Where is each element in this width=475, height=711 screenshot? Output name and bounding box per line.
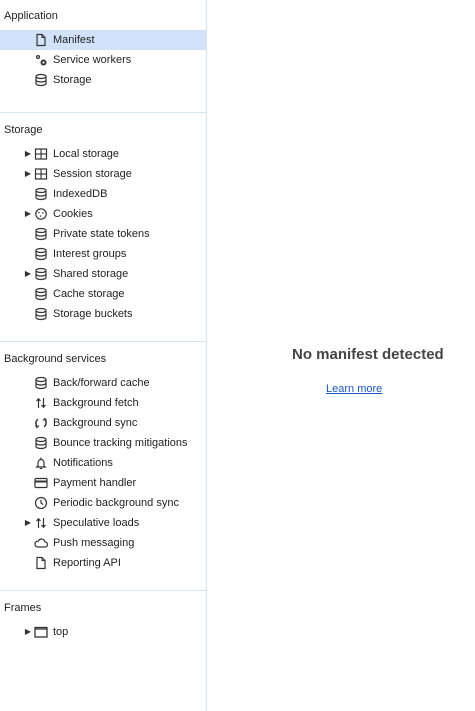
empty-state-title: No manifest detected bbox=[292, 346, 444, 363]
table-icon bbox=[33, 146, 49, 162]
sidebar-item-periodic-background-sync[interactable]: Periodic background sync bbox=[0, 493, 206, 513]
sidebar-item-label: Shared storage bbox=[53, 268, 129, 280]
triangle-right-icon[interactable]: ▶ bbox=[25, 150, 31, 158]
table-icon bbox=[33, 166, 49, 182]
section-title-background-services: Background services bbox=[4, 353, 107, 365]
sidebar-item-bounce-tracking-mitigations[interactable]: Bounce tracking mitigations bbox=[0, 433, 206, 453]
sidebar-item-label: Cache storage bbox=[53, 288, 125, 300]
expand-slot[interactable]: ▶ bbox=[23, 519, 33, 527]
expand-slot[interactable]: ▶ bbox=[23, 170, 33, 178]
clock-icon bbox=[33, 495, 49, 511]
section-background-services: Background services Back/forward cache Ba… bbox=[0, 349, 206, 591]
sidebar-item-top[interactable]: ▶ top bbox=[0, 622, 206, 642]
database-icon bbox=[33, 72, 49, 88]
sidebar-item-label: Cookies bbox=[53, 208, 93, 220]
section-application: Application Manifest Service workers Stora… bbox=[0, 6, 206, 113]
section-frames: Frames ▶ top bbox=[0, 598, 206, 642]
sidebar-item-shared-storage[interactable]: ▶ Shared storage bbox=[0, 264, 206, 284]
section-title-storage: Storage bbox=[4, 124, 43, 136]
expand-slot[interactable]: ▶ bbox=[23, 628, 33, 636]
gears-icon bbox=[33, 52, 49, 68]
sidebar-item-storage[interactable]: Storage bbox=[0, 70, 206, 90]
sidebar-item-private-state-tokens[interactable]: Private state tokens bbox=[0, 224, 206, 244]
sidebar-item-push-messaging[interactable]: Push messaging bbox=[0, 533, 206, 553]
bell-icon bbox=[33, 455, 49, 471]
sidebar-item-storage-buckets[interactable]: Storage buckets bbox=[0, 304, 206, 324]
expand-slot[interactable]: ▶ bbox=[23, 150, 33, 158]
sidebar-item-background-fetch[interactable]: Background fetch bbox=[0, 393, 206, 413]
expand-slot[interactable]: ▶ bbox=[23, 270, 33, 278]
sidebar: Application Manifest Service workers Stora… bbox=[0, 0, 207, 711]
database-icon bbox=[33, 375, 49, 391]
up-down-arrows-icon bbox=[33, 395, 49, 411]
sidebar-item-label: Bounce tracking mitigations bbox=[53, 437, 188, 449]
sidebar-item-interest-groups[interactable]: Interest groups bbox=[0, 244, 206, 264]
triangle-right-icon[interactable]: ▶ bbox=[25, 628, 31, 636]
sidebar-item-label: Private state tokens bbox=[53, 228, 150, 240]
triangle-right-icon[interactable]: ▶ bbox=[25, 170, 31, 178]
sidebar-item-label: IndexedDB bbox=[53, 188, 108, 200]
sidebar-item-label: Notifications bbox=[53, 457, 113, 469]
sidebar-item-label: Manifest bbox=[53, 34, 95, 46]
sidebar-item-label: Local storage bbox=[53, 148, 120, 160]
sidebar-item-payment-handler[interactable]: Payment handler bbox=[0, 473, 206, 493]
database-icon bbox=[33, 286, 49, 302]
triangle-right-icon[interactable]: ▶ bbox=[25, 210, 31, 218]
sidebar-item-label: Reporting API bbox=[53, 557, 121, 569]
database-icon bbox=[33, 226, 49, 242]
sidebar-item-indexeddb[interactable]: IndexedDB bbox=[0, 184, 206, 204]
sidebar-item-label: Periodic background sync bbox=[53, 497, 179, 509]
up-down-arrows-icon bbox=[33, 515, 49, 531]
cloud-icon bbox=[33, 535, 49, 551]
sidebar-item-label: Storage buckets bbox=[53, 308, 133, 320]
sidebar-item-label: Storage bbox=[53, 74, 92, 86]
sidebar-item-label: Interest groups bbox=[53, 248, 127, 260]
sidebar-item-back-forward-cache[interactable]: Back/forward cache bbox=[0, 373, 206, 393]
sync-icon bbox=[33, 415, 49, 431]
credit-card-icon bbox=[33, 475, 49, 491]
sidebar-item-reporting-api[interactable]: Reporting API bbox=[0, 553, 206, 573]
cookie-icon bbox=[33, 206, 49, 222]
sidebar-item-label: top bbox=[53, 626, 69, 638]
document-icon bbox=[33, 555, 49, 571]
triangle-right-icon[interactable]: ▶ bbox=[25, 519, 31, 527]
sidebar-item-service-workers[interactable]: Service workers bbox=[0, 50, 206, 70]
sidebar-item-manifest[interactable]: Manifest bbox=[0, 30, 206, 50]
database-icon bbox=[33, 306, 49, 322]
section-title-application: Application bbox=[4, 10, 58, 22]
sidebar-item-background-sync[interactable]: Background sync bbox=[0, 413, 206, 433]
document-icon bbox=[33, 32, 49, 48]
sidebar-item-label: Background sync bbox=[53, 417, 138, 429]
frame-icon bbox=[33, 624, 49, 640]
sidebar-item-cookies[interactable]: ▶ Cookies bbox=[0, 204, 206, 224]
database-icon bbox=[33, 435, 49, 451]
sidebar-item-label: Service workers bbox=[53, 54, 132, 66]
section-storage: Storage ▶ Local storage ▶ Session storage In… bbox=[0, 120, 206, 342]
sidebar-item-local-storage[interactable]: ▶ Local storage bbox=[0, 144, 206, 164]
sidebar-item-label: Back/forward cache bbox=[53, 377, 150, 389]
learn-more-link[interactable]: Learn more bbox=[326, 383, 382, 395]
section-title-frames: Frames bbox=[4, 602, 42, 614]
sidebar-item-label: Session storage bbox=[53, 168, 132, 180]
sidebar-item-label: Push messaging bbox=[53, 537, 135, 549]
sidebar-item-cache-storage[interactable]: Cache storage bbox=[0, 284, 206, 304]
sidebar-item-label: Background fetch bbox=[53, 397, 139, 409]
sidebar-item-session-storage[interactable]: ▶ Session storage bbox=[0, 164, 206, 184]
sidebar-item-label: Payment handler bbox=[53, 477, 137, 489]
main-panel: No manifest detected Learn more bbox=[208, 0, 475, 711]
sidebar-item-speculative-loads[interactable]: ▶ Speculative loads bbox=[0, 513, 206, 533]
expand-slot[interactable]: ▶ bbox=[23, 210, 33, 218]
database-icon bbox=[33, 186, 49, 202]
triangle-right-icon[interactable]: ▶ bbox=[25, 270, 31, 278]
database-icon bbox=[33, 266, 49, 282]
sidebar-item-label: Speculative loads bbox=[53, 517, 140, 529]
sidebar-item-notifications[interactable]: Notifications bbox=[0, 453, 206, 473]
database-icon bbox=[33, 246, 49, 262]
